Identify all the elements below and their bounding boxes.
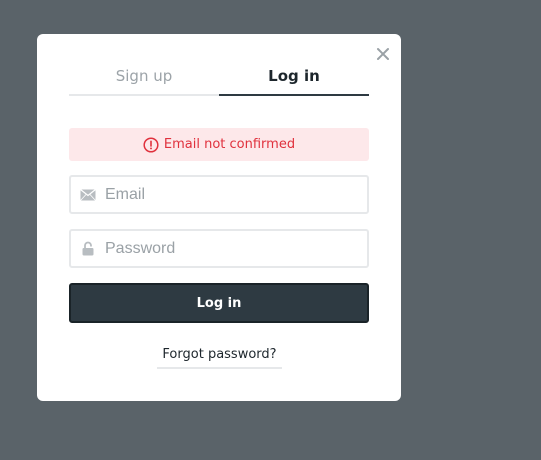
alert-circle-icon bbox=[143, 136, 159, 153]
error-alert: Email not confirmed bbox=[69, 128, 369, 161]
password-field[interactable] bbox=[69, 229, 369, 268]
lock-icon bbox=[71, 241, 105, 256]
close-icon[interactable] bbox=[376, 46, 390, 60]
forgot-password-link[interactable]: Forgot password? bbox=[157, 347, 282, 369]
login-dialog: Sign up Log in Email not confirmed Email… bbox=[37, 34, 401, 401]
envelope-icon bbox=[71, 188, 105, 201]
password-input[interactable] bbox=[105, 233, 355, 264]
tab-sign-up[interactable]: Sign up bbox=[69, 64, 219, 96]
tab-log-in[interactable]: Log in bbox=[219, 64, 369, 96]
email-input[interactable] bbox=[105, 179, 355, 210]
auth-tabs: Sign up Log in bbox=[69, 64, 369, 96]
error-alert-message: Email not confirmed bbox=[163, 137, 296, 152]
email-field[interactable] bbox=[69, 175, 369, 214]
log-in-button[interactable]: Log in bbox=[69, 283, 369, 323]
